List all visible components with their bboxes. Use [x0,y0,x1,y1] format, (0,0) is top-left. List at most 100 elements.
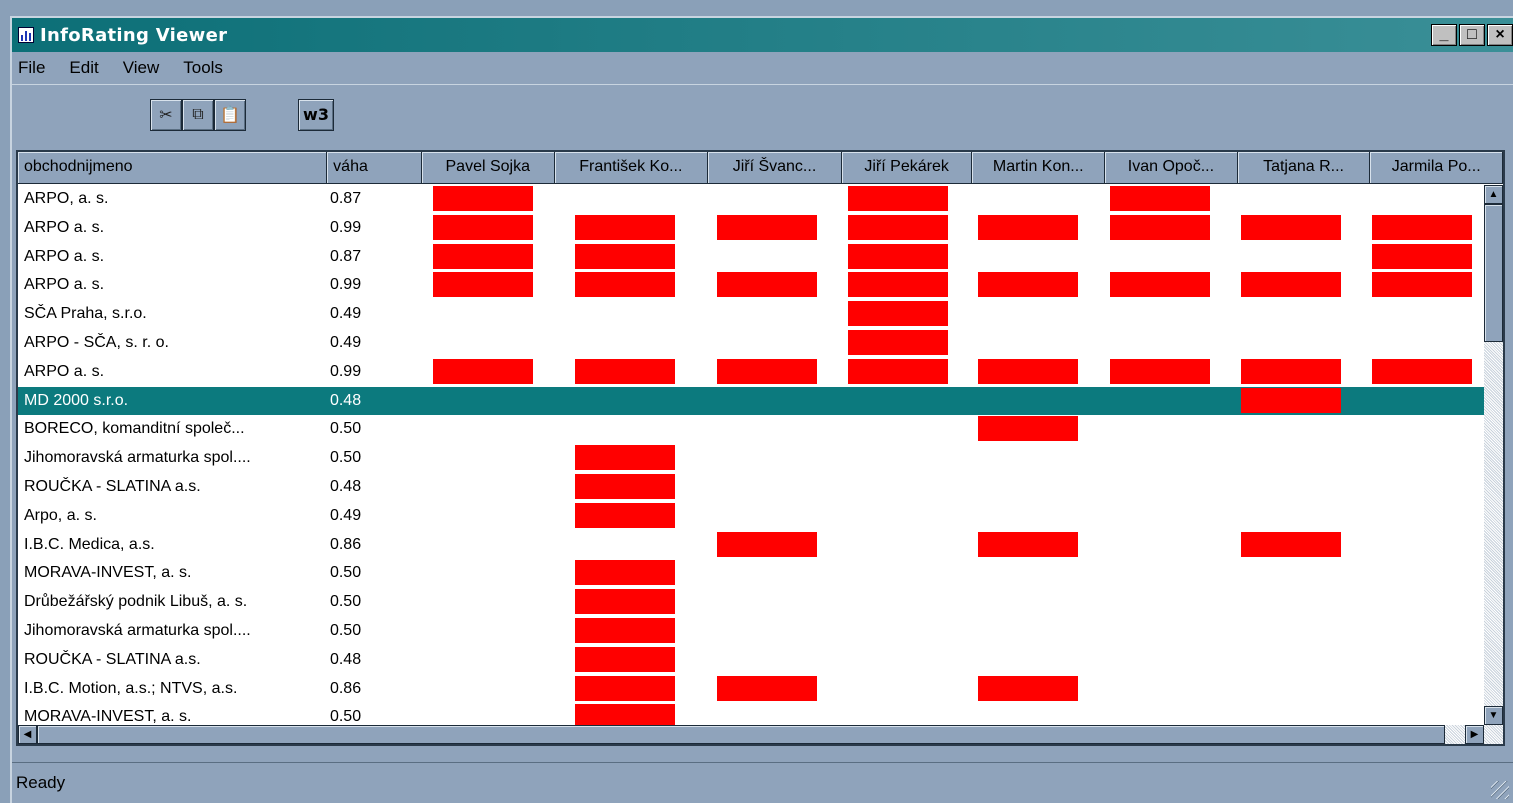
rating-cell [701,329,833,358]
column-header[interactable]: Jarmila Po... [1370,152,1503,184]
cut-icon[interactable]: ✂ [150,99,182,131]
rating-cell [833,559,962,588]
table-row[interactable]: Drůbežářský podnik Libuš, a. s. 0.50 [18,588,1488,617]
rating-cell [1357,300,1488,329]
table-row[interactable]: ROUČKA - SLATINA a.s. 0.48 [18,473,1488,502]
vertical-scroll-thumb[interactable] [1484,204,1503,342]
rating-cell [833,473,962,502]
company-name-cell: Jihomoravská armaturka spol.... [24,449,251,467]
rating-cell [833,531,962,560]
rating-mark [433,243,534,269]
table-row[interactable]: Jihomoravská armaturka spol.... 0.50 [18,444,1488,473]
copy-icon[interactable]: ⧉ [182,99,214,131]
table-row[interactable]: I.B.C. Medica, a.s. 0.86 [18,531,1488,560]
menu-bar: File Edit View Tools [12,52,1513,84]
rating-mark [1372,272,1473,298]
rating-mark [575,560,676,586]
rating-cell [963,271,1094,300]
rating-cell [549,588,701,617]
company-name-cell: Jihomoravská armaturka spol.... [24,621,251,639]
rating-cell [549,387,701,416]
table-row[interactable]: MORAVA-INVEST, a. s. 0.50 [18,559,1488,588]
company-name-cell: MD 2000 s.r.o. [24,391,129,409]
scroll-right-icon[interactable]: ▶ [1465,725,1484,744]
table-row[interactable]: ROUČKA - SLATINA a.s. 0.48 [18,646,1488,675]
column-header[interactable]: váha [327,152,422,184]
rating-cell [418,415,549,444]
rating-cell [701,185,833,214]
column-header[interactable]: obchodnijmeno [18,152,328,184]
menu-file[interactable]: File [12,58,55,78]
resize-grip-icon[interactable] [1491,781,1509,799]
rating-cell [1357,588,1488,617]
column-header[interactable]: Jiří Švanc... [708,152,842,184]
scroll-left-icon[interactable]: ◀ [18,725,37,744]
rating-cell [1225,559,1356,588]
table-row[interactable]: SČA Praha, s.r.o. 0.49 [18,300,1488,329]
rating-mark [848,186,949,211]
table-row[interactable]: ARPO a. s. 0.99 [18,271,1488,300]
table-row[interactable]: ARPO a. s. 0.87 [18,243,1488,272]
rating-mark [575,358,676,384]
minimize-button[interactable]: _ [1431,24,1457,46]
company-name-cell: Drůbežářský podnik Libuš, a. s. [24,593,248,611]
rating-mark [978,531,1079,557]
rating-cell [1357,185,1488,214]
rating-cell [963,675,1094,704]
rating-cell [833,646,962,675]
vertical-scrollbar[interactable]: ▲ ▼ [1484,185,1503,725]
rating-cell [549,531,701,560]
w3-button[interactable]: w3 [298,99,334,131]
column-header[interactable]: František Ko... [554,152,709,184]
table-row[interactable]: ARPO a. s. 0.99 [18,214,1488,243]
table-row[interactable]: BORECO, komanditní společ... 0.50 [18,415,1488,444]
rating-cell [549,646,701,675]
rating-cell [833,617,962,646]
paste-icon[interactable]: 📋 [214,99,246,131]
column-header[interactable]: Martin Kon... [972,152,1106,184]
horizontal-scroll-thumb[interactable] [37,725,1445,744]
company-name-cell: ROUČKA - SLATINA a.s. [24,650,201,668]
table-row[interactable]: ARPO a. s. 0.99 [18,358,1488,387]
rating-cell [549,559,701,588]
rating-cell [418,243,549,272]
close-button[interactable]: × [1487,24,1513,46]
weight-cell: 0.87 [329,190,362,207]
table-row[interactable]: Jihomoravská armaturka spol.... 0.50 [18,617,1488,646]
menu-tools[interactable]: Tools [177,58,233,78]
rating-cell [1225,271,1356,300]
title-bar[interactable]: InfoRating Viewer _ □ × [12,18,1513,52]
rating-mark [848,301,949,327]
rating-mark [1109,358,1210,384]
table-row[interactable]: Arpo, a. s. 0.49 [18,502,1488,531]
window-title: InfoRating Viewer [40,24,228,46]
rating-mark [575,675,676,701]
maximize-button[interactable]: □ [1459,24,1485,46]
column-header[interactable]: Jiří Pekárek [841,152,973,184]
scroll-down-icon[interactable]: ▼ [1484,706,1503,725]
rating-cell [833,271,962,300]
company-name-cell: ARPO a. s. [24,247,105,265]
table-row[interactable]: I.B.C. Motion, a.s.; NTVS, a.s. 0.86 [18,675,1488,704]
rating-mark [433,214,534,240]
rating-cell [418,473,549,502]
rating-cell [701,300,833,329]
rating-cell [1094,387,1225,416]
column-header[interactable]: Pavel Sojka [421,152,555,184]
table-row[interactable]: ARPO, a. s. 0.87 [18,185,1488,214]
weight-cell: 0.49 [329,305,362,323]
rating-cell [1094,271,1225,300]
weight-cell: 0.50 [329,420,362,438]
rating-cell [701,502,833,531]
column-header[interactable]: Ivan Opoč... [1105,152,1238,184]
scroll-up-icon[interactable]: ▲ [1484,185,1503,204]
column-header[interactable]: Tatjana R... [1237,152,1371,184]
menu-edit[interactable]: Edit [63,58,108,78]
menu-view[interactable]: View [117,58,170,78]
weight-cell: 0.48 [329,477,362,495]
horizontal-scrollbar[interactable]: ◀ ▶ [18,725,1503,744]
table-row[interactable]: MD 2000 s.r.o. 0.48 [18,385,1489,417]
company-name-cell: I.B.C. Medica, a.s. [24,535,155,553]
table-row[interactable]: ARPO - SČA, s. r. o. 0.49 [18,329,1488,358]
rating-cell [701,646,833,675]
